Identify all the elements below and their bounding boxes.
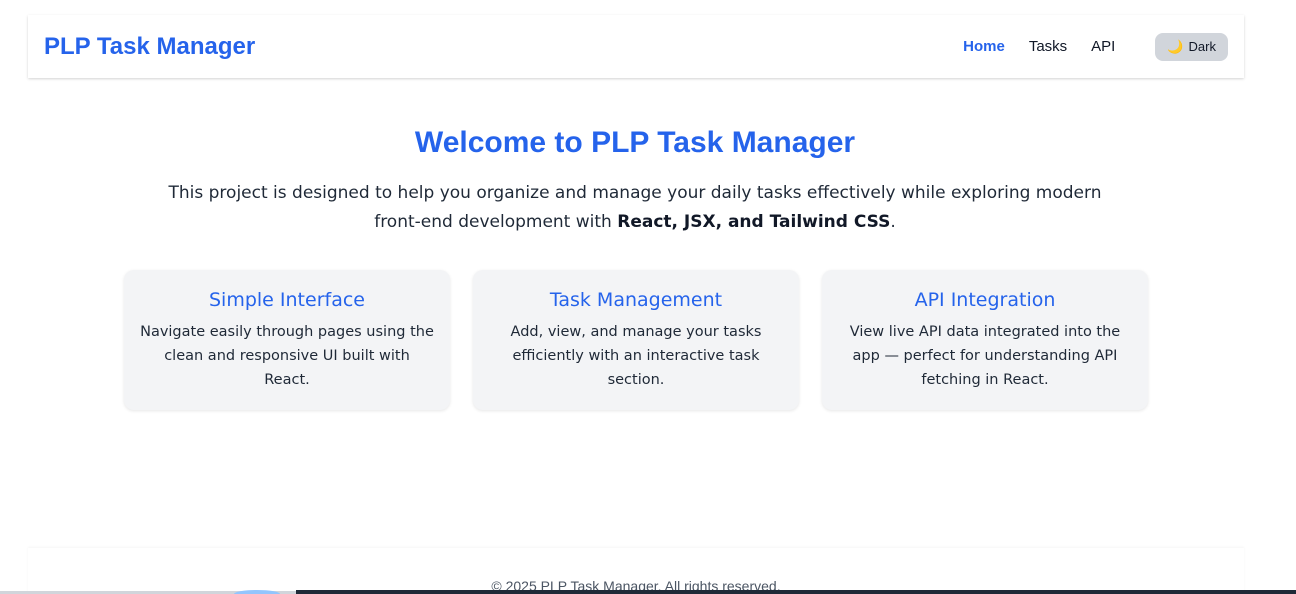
feature-card-title: Simple Interface [209, 289, 365, 311]
feature-card-task-management: Task Management Add, view, and manage yo… [473, 270, 799, 410]
feature-cards: Simple Interface Navigate easily through… [124, 270, 1148, 410]
feature-card-api-integration: API Integration View live API data integ… [822, 270, 1148, 410]
taskbar-indicator [234, 590, 280, 594]
theme-toggle-button[interactable]: 🌙 Dark [1155, 32, 1228, 61]
nav-link-api[interactable]: API [1091, 38, 1115, 55]
theme-toggle-label: Dark [1188, 39, 1216, 54]
feature-card-description: Navigate easily through pages using the … [140, 324, 434, 388]
feature-card-title: API Integration [914, 289, 1056, 311]
hero-section: Welcome to PLP Task Manager This project… [0, 126, 1270, 237]
nav-links: Home Tasks API 🌙 Dark [939, 32, 1228, 61]
moon-icon: 🌙 [1167, 38, 1184, 54]
feature-card-description: Add, view, and manage your tasks efficie… [510, 324, 762, 388]
taskbar-edge-dark [296, 590, 1296, 594]
feature-card-description: View live API data integrated into the a… [849, 324, 1121, 388]
navbar: PLP Task Manager Home Tasks API 🌙 Dark [28, 15, 1244, 78]
feature-card-simple-interface: Simple Interface Navigate easily through… [124, 270, 450, 410]
hero-description: This project is designed to help you org… [155, 179, 1115, 237]
hero-description-end: . [890, 212, 896, 232]
feature-card-title: Task Management [549, 289, 723, 311]
hero-description-tech: React, JSX, and Tailwind CSS [617, 212, 891, 232]
page-title: Welcome to PLP Task Manager [414, 126, 856, 159]
nav-link-home[interactable]: Home [963, 38, 1005, 55]
brand-logo[interactable]: PLP Task Manager [44, 33, 255, 61]
footer: © 2025 PLP Task Manager. All rights rese… [28, 548, 1244, 594]
nav-link-tasks[interactable]: Tasks [1029, 38, 1067, 55]
